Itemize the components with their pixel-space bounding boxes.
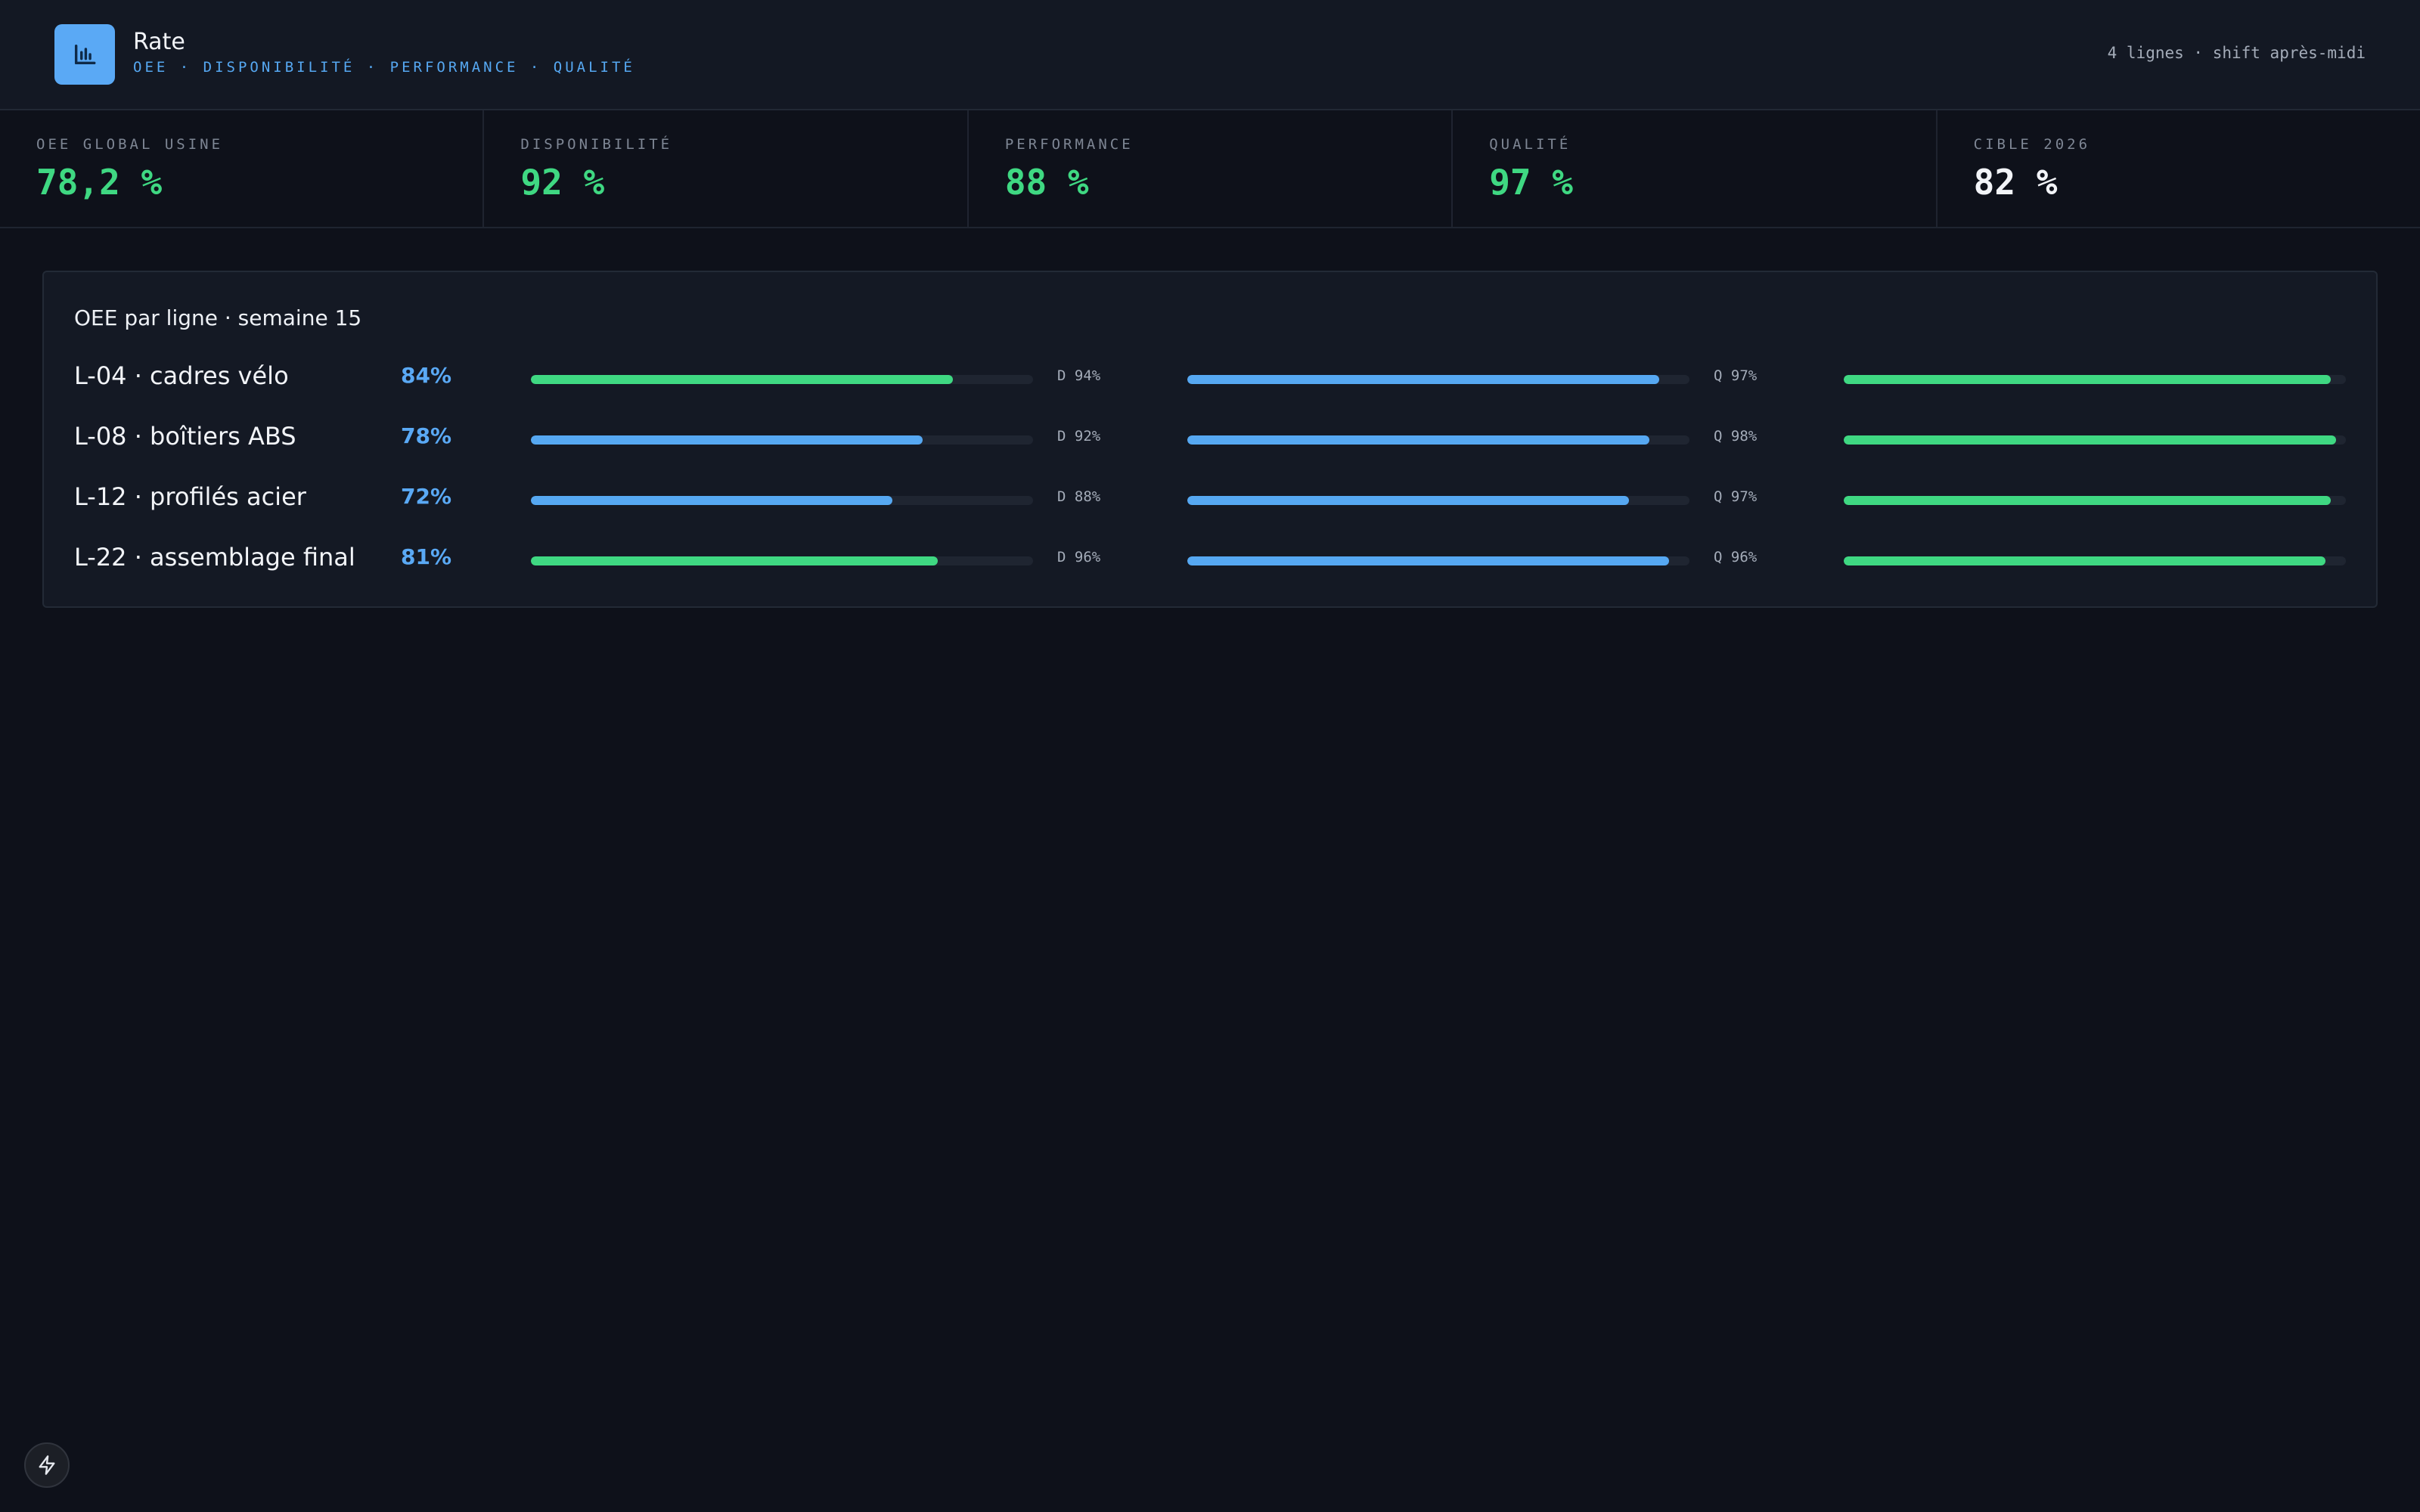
- quality-bar: [1844, 556, 2346, 565]
- line-name: L-12 · profilés acier: [74, 482, 306, 511]
- quality-bar: [1844, 496, 2346, 505]
- kpi-label: CIBLE 2026: [1973, 136, 2091, 153]
- kpi-value: 78,2 %: [36, 162, 163, 203]
- quality-bar-fill: [1844, 435, 2336, 445]
- oee-bar: [531, 496, 1033, 505]
- quality-bar: [1844, 435, 2346, 445]
- quality-label: Q 96%: [1714, 549, 1758, 565]
- oee-by-line-panel: OEE par ligne · semaine 15 L-04 · cadres…: [42, 271, 2378, 608]
- quality-label: Q 97%: [1714, 367, 1758, 384]
- quality-label: Q 97%: [1714, 488, 1758, 505]
- shift-info: 4 lignes · shift après-midi: [2107, 44, 2366, 62]
- kpi-cible-2026: CIBLE 2026 82 %: [1938, 110, 2420, 227]
- quality-label: Q 98%: [1714, 428, 1758, 445]
- availability-bar: [1187, 496, 1689, 505]
- line-row-l04[interactable]: L-04 · cadres vélo 84% D 94% Q 97%: [44, 355, 2379, 401]
- availability-label: D 96%: [1057, 549, 1101, 565]
- line-name: L-04 · cadres vélo: [74, 361, 289, 390]
- kpi-label: PERFORMANCE: [1004, 136, 1134, 153]
- kpi-value: 88 %: [1004, 162, 1089, 203]
- line-name: L-08 · boîtiers ABS: [74, 422, 296, 451]
- kpi-value: 82 %: [1973, 162, 2058, 203]
- kpi-disponibilite: DISPONIBILITÉ 92 %: [484, 110, 969, 227]
- lightning-icon: [39, 1455, 55, 1475]
- kpi-performance: PERFORMANCE 88 %: [969, 110, 1454, 227]
- availability-label: D 88%: [1057, 488, 1101, 505]
- kpi-label: QUALITÉ: [1489, 136, 1571, 153]
- line-row-l12[interactable]: L-12 · profilés acier 72% D 88% Q 97%: [44, 476, 2379, 522]
- panel-title: OEE par ligne · semaine 15: [74, 305, 362, 330]
- availability-label: D 94%: [1057, 367, 1101, 384]
- kpi-row: OEE GLOBAL USINE 78,2 % DISPONIBILITÉ 92…: [0, 110, 2420, 228]
- kpi-value: 92 %: [520, 162, 605, 203]
- kpi-label: OEE GLOBAL USINE: [36, 136, 224, 153]
- availability-label: D 92%: [1057, 428, 1101, 445]
- line-oee-value: 81%: [401, 544, 452, 569]
- kpi-value: 97 %: [1489, 162, 1573, 203]
- app-subtitle: OEE · DISPONIBILITÉ · PERFORMANCE · QUAL…: [133, 59, 635, 76]
- oee-bar-fill: [531, 435, 923, 445]
- quick-action-button[interactable]: [24, 1442, 70, 1488]
- bar-chart-icon: [74, 44, 96, 65]
- availability-bar: [1187, 435, 1689, 445]
- quality-bar-fill: [1844, 556, 2326, 565]
- oee-bar: [531, 375, 1033, 384]
- app-logo: [54, 24, 115, 85]
- kpi-oee-global: OEE GLOBAL USINE 78,2 %: [0, 110, 485, 227]
- kpi-qualite: QUALITÉ 97 %: [1453, 110, 1938, 227]
- kpi-label: DISPONIBILITÉ: [520, 136, 673, 153]
- line-row-l08[interactable]: L-08 · boîtiers ABS 78% D 92% Q 98%: [44, 416, 2379, 461]
- oee-bar-fill: [531, 496, 893, 505]
- oee-bar: [531, 556, 1033, 565]
- line-row-l22[interactable]: L-22 · assemblage final 81% D 96% Q 96%: [44, 537, 2379, 582]
- availability-bar-fill: [1187, 496, 1630, 505]
- line-oee-value: 78%: [401, 423, 452, 448]
- quality-bar-fill: [1844, 375, 2332, 384]
- oee-bar-fill: [531, 375, 953, 384]
- top-bar: Rate OEE · DISPONIBILITÉ · PERFORMANCE ·…: [0, 0, 2420, 110]
- availability-bar-fill: [1187, 375, 1660, 384]
- availability-bar: [1187, 556, 1689, 565]
- oee-bar: [531, 435, 1033, 445]
- quality-bar-fill: [1844, 496, 2332, 505]
- availability-bar: [1187, 375, 1689, 384]
- app-title: Rate: [133, 29, 185, 55]
- availability-bar-fill: [1187, 556, 1670, 565]
- line-name: L-22 · assemblage final: [74, 543, 355, 572]
- quality-bar: [1844, 375, 2346, 384]
- line-oee-value: 72%: [401, 484, 452, 509]
- availability-bar-fill: [1187, 435, 1649, 445]
- line-oee-value: 84%: [401, 363, 452, 388]
- oee-bar-fill: [531, 556, 938, 565]
